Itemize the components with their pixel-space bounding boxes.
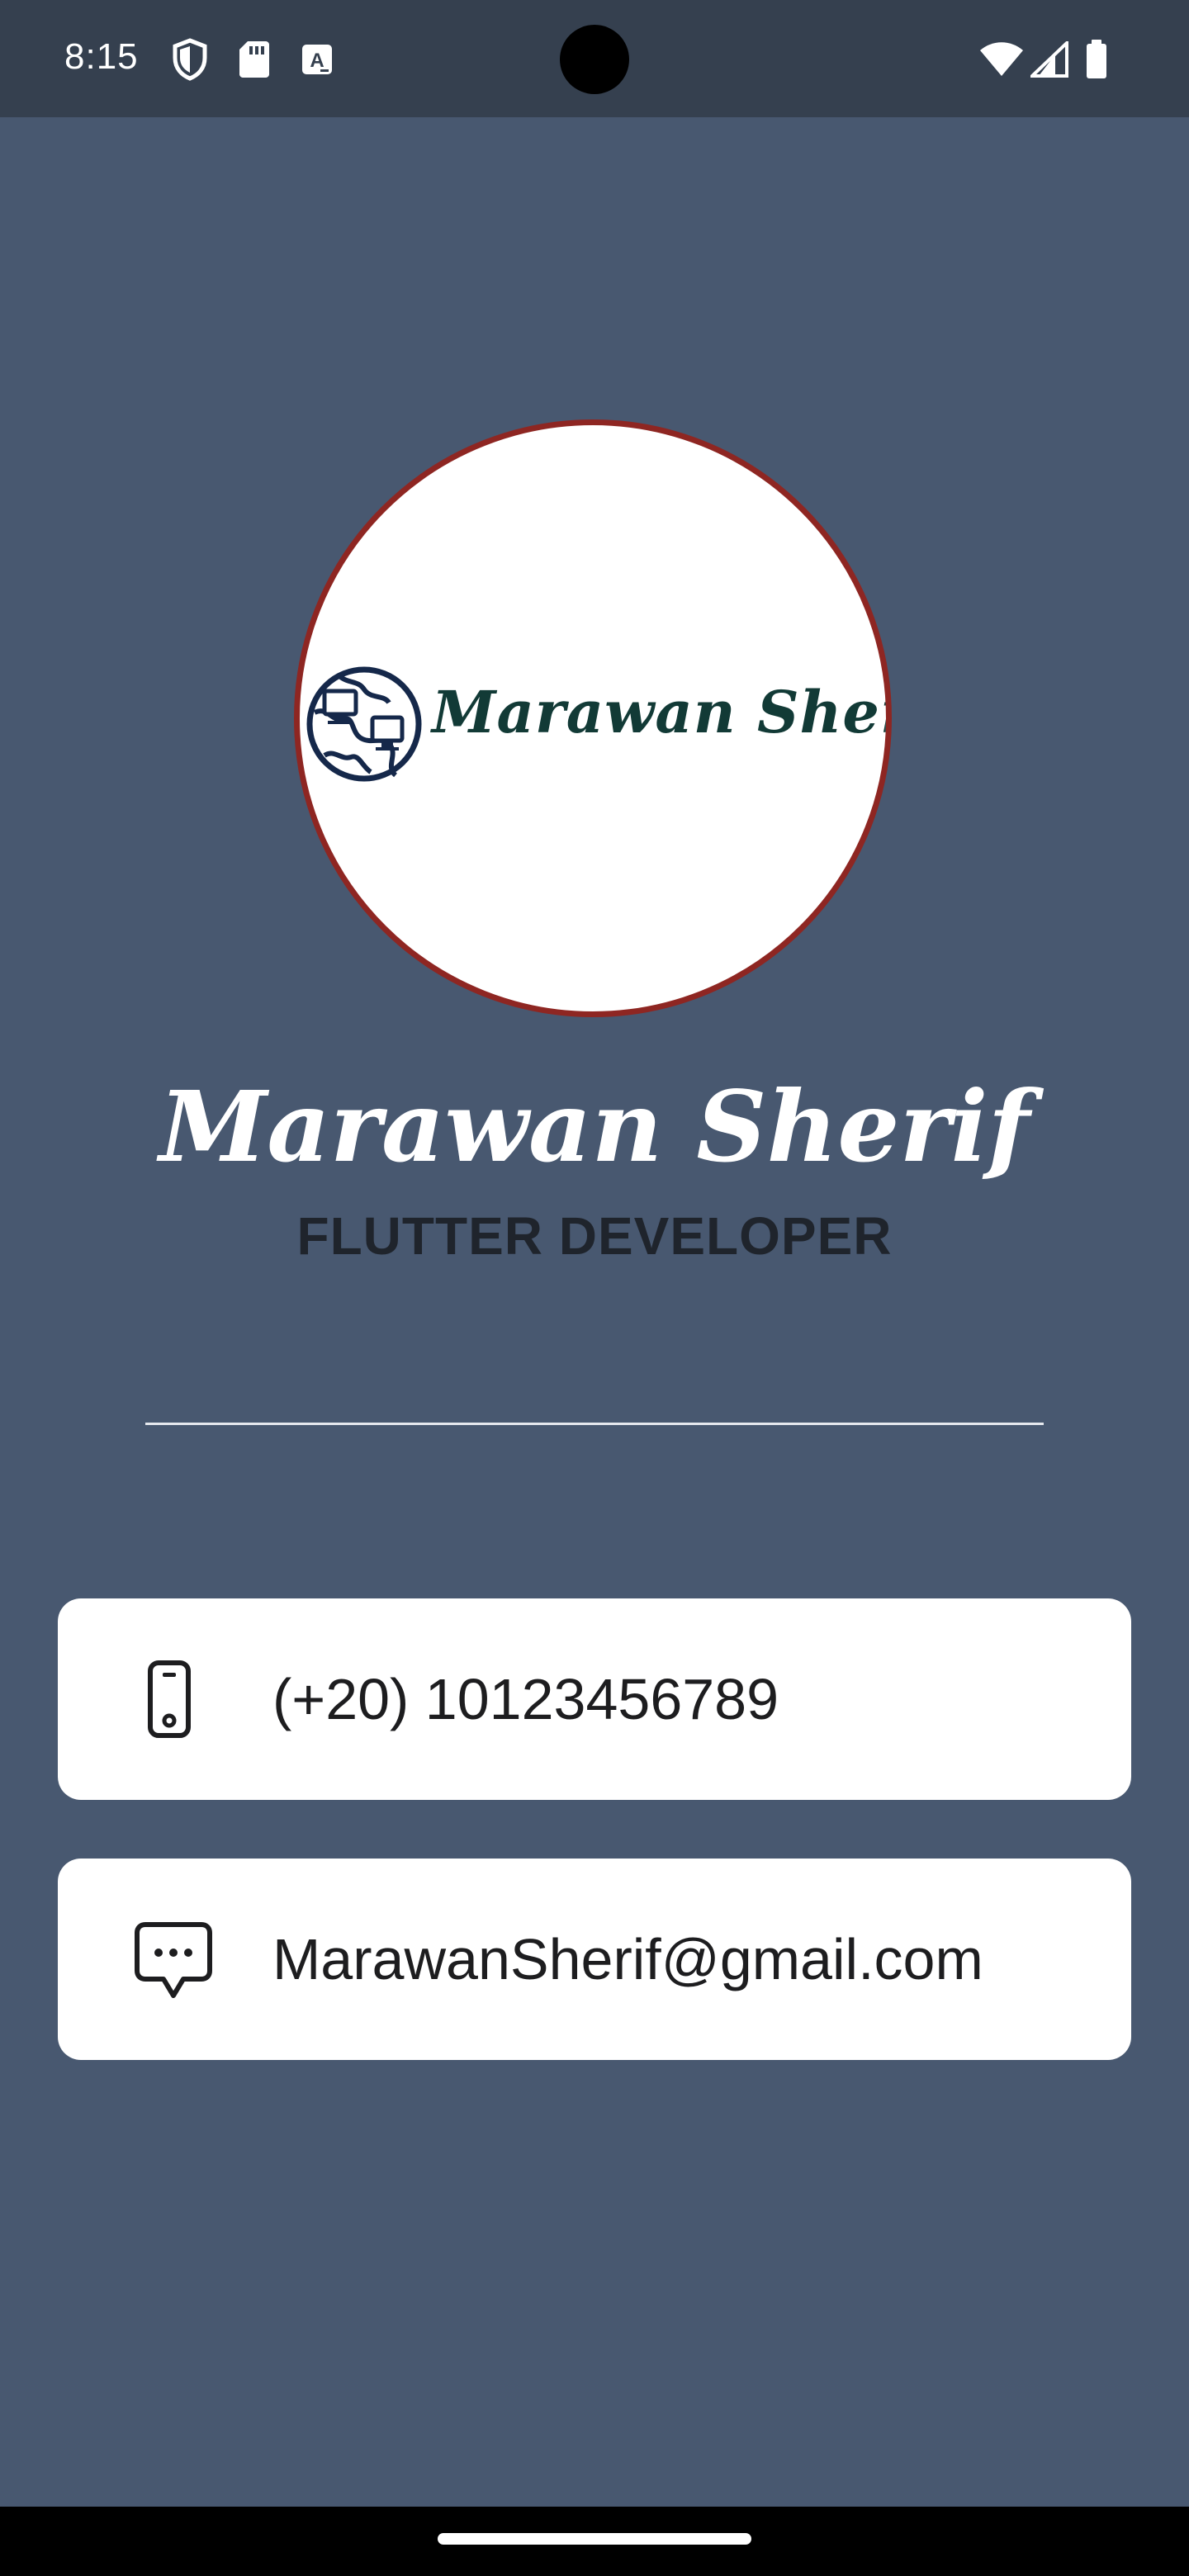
status-time: 8:15: [64, 36, 139, 77]
phone-number: (+20) 10123456789: [272, 1667, 779, 1731]
camera-cutout: [560, 25, 629, 94]
phone-card[interactable]: (+20) 10123456789: [58, 1598, 1131, 1800]
wifi-icon: [979, 41, 1024, 81]
gesture-handle[interactable]: [438, 2533, 751, 2545]
email-card[interactable]: MarawanSherif@gmail.com: [58, 1859, 1131, 2060]
navigation-bar: [0, 2507, 1189, 2576]
avatar: Marawan Sherif: [294, 419, 892, 1017]
divider: [145, 1423, 1044, 1425]
email-address: MarawanSherif@gmail.com: [272, 1927, 983, 1991]
signal-icon: [1028, 39, 1068, 81]
sd-card-icon: [238, 40, 271, 83]
avatar-logo-text: Marawan Sherif: [432, 678, 886, 746]
svg-text:A: A: [310, 50, 324, 72]
profile-name: Marawan Sherif: [159, 1069, 1030, 1184]
contact-card-screen: 8:15 A Marawan She Marawan Sherif FLUTTE…: [0, 0, 1189, 2576]
profile-title: FLUTTER DEVELOPER: [296, 1206, 893, 1266]
shield-icon: [172, 38, 208, 84]
status-bar: 8:15 A: [0, 0, 1189, 117]
globe-computers-icon: [305, 665, 424, 787]
battery-icon: [1085, 40, 1108, 83]
keyboard-a-icon: A: [301, 43, 334, 79]
chat-bubble-icon: [132, 1920, 215, 2005]
phone-icon: [132, 1660, 206, 1742]
